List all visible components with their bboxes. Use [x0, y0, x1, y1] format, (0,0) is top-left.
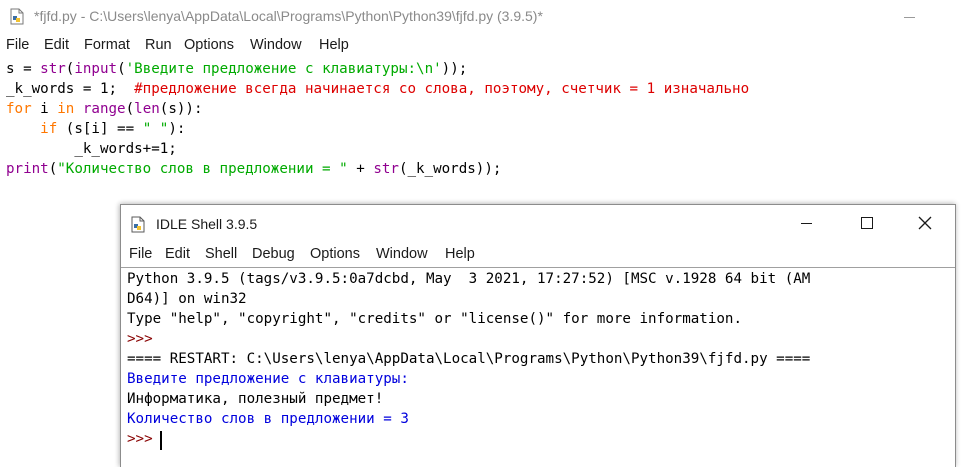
code-token: +: [347, 161, 374, 177]
shell-window-title: IDLE Shell 3.9.5: [156, 216, 258, 232]
code-token: (: [117, 61, 126, 77]
code-line: _k_words+=1;: [6, 141, 177, 161]
code-token: for: [6, 101, 32, 117]
editor-menu-run[interactable]: Run: [145, 37, 172, 53]
code-token: "Количество слов в предложении = ": [57, 161, 348, 177]
shell-menu-edit[interactable]: Edit: [165, 246, 190, 262]
code-token: str: [40, 61, 66, 77]
shell-menu-file[interactable]: File: [129, 246, 152, 262]
code-line: if (s[i] == " "):: [6, 121, 185, 141]
shell-output-line: ==== RESTART: C:\Users\lenya\AppData\Loc…: [127, 351, 811, 367]
code-token: str: [373, 161, 399, 177]
close-icon: [918, 216, 932, 230]
code-token: range: [82, 101, 126, 117]
code-token: _k_words+=1;: [6, 141, 177, 157]
shell-output-line: Информатика, полезный предмет!: [127, 391, 384, 407]
code-token: #предложение всегда начинается со слова,…: [134, 81, 750, 97]
editor-window-title: *fjfd.py - C:\Users\lenya\AppData\Local\…: [34, 8, 543, 24]
code-token: (: [48, 161, 58, 177]
maximize-button[interactable]: [838, 205, 896, 241]
shell-text-area[interactable]: Python 3.9.5 (tags/v3.9.5:0a7dcbd, May 3…: [121, 267, 955, 467]
editor-menu-window[interactable]: Window: [250, 37, 302, 53]
code-line: s = str(input('Введите предложение с кла…: [6, 61, 467, 81]
shell-output-line: Количество слов в предложении = 3: [127, 411, 409, 427]
idle-shell-window: IDLE Shell 3.9.5 File Edit Shell Debug O…: [120, 204, 956, 467]
code-token: ));: [441, 61, 468, 77]
code-token: len: [134, 101, 160, 117]
editor-menubar: File Edit Format Run Options Window Help: [0, 37, 968, 59]
close-button[interactable]: [896, 205, 954, 241]
editor-menu-edit[interactable]: Edit: [44, 37, 69, 53]
code-token: ):: [168, 121, 186, 137]
code-token: (s[i] ==: [57, 121, 143, 137]
code-line: for i in range(len(s)):: [6, 101, 203, 121]
editor-menu-file[interactable]: File: [6, 37, 29, 53]
shell-menu-help[interactable]: Help: [445, 246, 475, 262]
code-token: in: [57, 101, 75, 117]
code-line: _k_words = 1; #предложение всегда начина…: [6, 81, 749, 101]
shell-output-line: D64)] on win32: [127, 291, 247, 307]
shell-prompt: >>>: [127, 331, 162, 347]
code-token: s =: [6, 61, 41, 77]
shell-output-line: Type "help", "copyright", "credits" or "…: [127, 311, 742, 327]
editor-minimize-button[interactable]: [900, 2, 920, 30]
code-token: (: [125, 101, 135, 117]
editor-titlebar[interactable]: *fjfd.py - C:\Users\lenya\AppData\Local\…: [0, 0, 968, 34]
shell-prompt: >>>: [127, 431, 162, 447]
code-token: input: [74, 61, 118, 77]
code-token: (s)):: [159, 101, 203, 117]
shell-menu-window[interactable]: Window: [376, 246, 428, 262]
python-file-icon: [10, 8, 24, 25]
code-token: i: [31, 101, 58, 117]
code-token: " ": [142, 121, 169, 137]
shell-output-line: Python 3.9.5 (tags/v3.9.5:0a7dcbd, May 3…: [127, 271, 811, 287]
shell-titlebar[interactable]: IDLE Shell 3.9.5: [121, 205, 955, 241]
shell-output-line: Введите предложение с клавиатуры:: [127, 371, 409, 387]
code-token: (_k_words));: [398, 161, 502, 177]
shell-menu-options[interactable]: Options: [310, 246, 360, 262]
code-token: if: [40, 121, 58, 137]
code-line: print("Количество слов в предложении = "…: [6, 161, 501, 181]
editor-menu-format[interactable]: Format: [84, 37, 130, 53]
editor-menu-help[interactable]: Help: [319, 37, 349, 53]
code-token: _k_words = 1;: [6, 81, 135, 97]
shell-menu-shell[interactable]: Shell: [205, 246, 237, 262]
code-token: print: [6, 161, 49, 177]
text-cursor: [160, 431, 162, 450]
minimize-button[interactable]: [778, 205, 836, 241]
shell-menu-debug[interactable]: Debug: [252, 246, 295, 262]
editor-menu-options[interactable]: Options: [184, 37, 234, 53]
code-token: 'Введите предложение с клавиатуры:\n': [125, 61, 442, 77]
idle-app-icon: [131, 216, 145, 233]
shell-menubar: File Edit Shell Debug Options Window Hel…: [121, 246, 955, 268]
